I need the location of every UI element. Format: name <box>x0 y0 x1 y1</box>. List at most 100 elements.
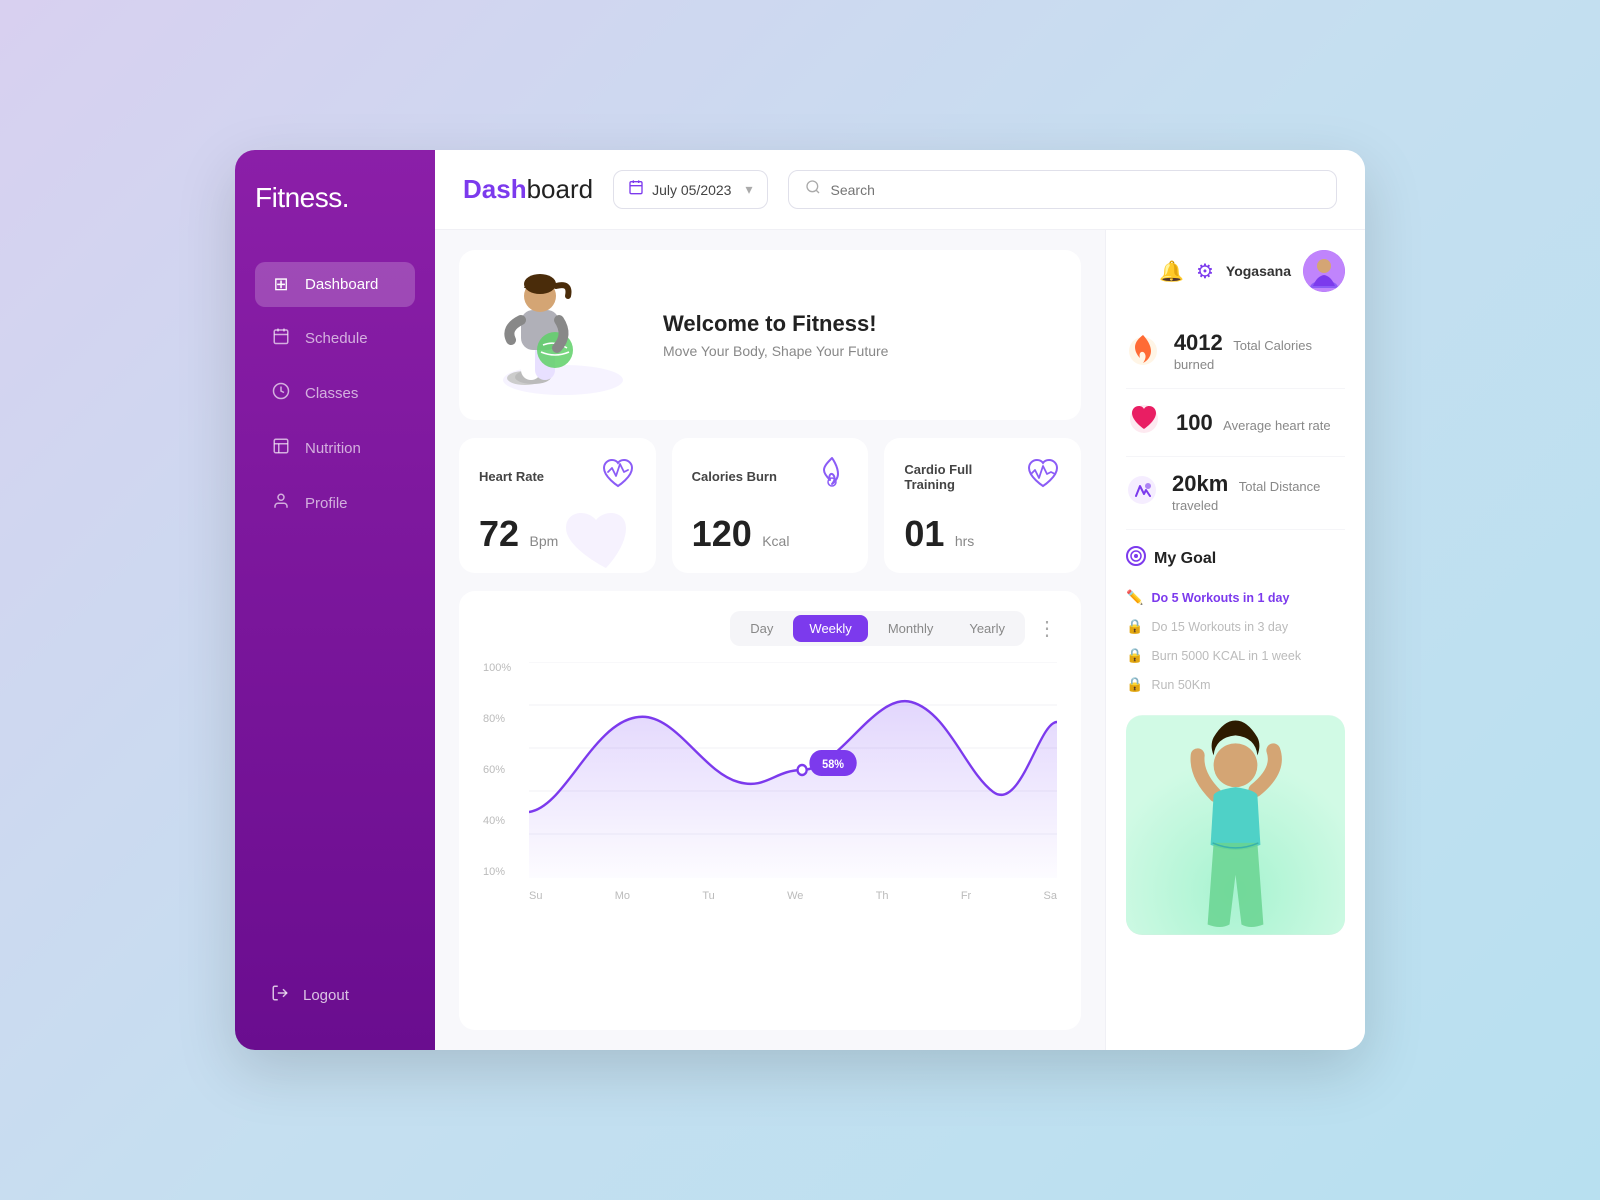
chevron-down-icon: ▾ <box>745 181 752 198</box>
calories-info: 4012 Total Calories burned <box>1174 330 1345 374</box>
sidebar-label-nutrition: Nutrition <box>305 440 361 457</box>
sidebar-item-nutrition[interactable]: Nutrition <box>255 425 415 472</box>
logout-icon <box>271 984 289 1006</box>
logo-bold: Fit <box>255 182 285 213</box>
calories-burn-card: Calories Burn 120 Kcal <box>672 438 869 573</box>
goal-title: My Goal <box>1126 546 1345 571</box>
distance-stat: 20km Total Distance traveled <box>1126 457 1345 530</box>
logout-button[interactable]: Logout <box>255 972 415 1018</box>
cardio-icon <box>1025 456 1061 497</box>
card-title-calories: Calories Burn <box>692 469 777 484</box>
tab-day[interactable]: Day <box>734 615 789 642</box>
username: Yogasana <box>1226 263 1291 279</box>
card-title-heart: Heart Rate <box>479 469 544 484</box>
chart-section: Day Weekly Monthly Yearly ⋮ 10% 40% 60% … <box>459 591 1081 1030</box>
y-axis-labels: 10% 40% 60% 80% 100% <box>483 662 519 878</box>
welcome-text: Welcome to Fitness! Move Your Body, Shap… <box>663 311 1057 359</box>
search-bar <box>788 170 1337 209</box>
card-header-heart: Heart Rate <box>479 456 636 497</box>
settings-icon[interactable]: ⚙ <box>1196 259 1214 284</box>
fitness-image <box>1126 715 1345 1030</box>
stats-row: Heart Rate 72 Bpm <box>459 438 1081 573</box>
fitness-figure <box>1126 715 1345 935</box>
welcome-title: Welcome to Fitness! <box>663 311 1057 337</box>
heart-label: Average heart rate <box>1223 418 1330 433</box>
chart-header: Day Weekly Monthly Yearly ⋮ <box>483 611 1057 646</box>
sidebar-label-classes: Classes <box>305 385 358 402</box>
clock-icon <box>271 382 291 405</box>
date-value: July 05/2023 <box>652 182 731 198</box>
flame-icon <box>816 456 848 497</box>
welcome-card: Welcome to Fitness! Move Your Body, Shap… <box>459 250 1081 420</box>
nutrition-icon <box>271 437 291 460</box>
center-content: Welcome to Fitness! Move Your Body, Shap… <box>435 230 1105 1050</box>
title-bold: Dash <box>463 174 527 204</box>
goal-section: My Goal ✏️ Do 5 Workouts in 1 day 🔒 Do 1… <box>1126 546 1345 699</box>
heart-stat: 100 Average heart rate <box>1126 389 1345 457</box>
heart-value: 100 <box>1176 410 1213 435</box>
card-title-cardio: Cardio Full Training <box>904 462 1025 492</box>
app-logo: Fitness. <box>255 182 415 214</box>
calories-stat: 4012 Total Calories burned <box>1126 316 1345 389</box>
header: Dashboard July 05/2023 ▾ <box>435 150 1365 230</box>
sidebar-item-classes[interactable]: Classes <box>255 370 415 417</box>
sidebar-label-profile: Profile <box>305 495 348 512</box>
card-header-cardio: Cardio Full Training <box>904 456 1061 497</box>
tab-monthly[interactable]: Monthly <box>872 615 950 642</box>
heart-rate-card: Heart Rate 72 Bpm <box>459 438 656 573</box>
title-light: board <box>527 174 594 204</box>
chart-tabs: Day Weekly Monthly Yearly <box>730 611 1025 646</box>
lock-icon-3: 🔒 <box>1126 676 1143 693</box>
chart-area: 10% 40% 60% 80% 100% <box>483 662 1057 902</box>
sidebar-label-schedule: Schedule <box>305 330 368 347</box>
chart-svg: 58% <box>529 662 1057 878</box>
lock-icon-2: 🔒 <box>1126 647 1143 664</box>
heart-info: 100 Average heart rate <box>1176 410 1331 436</box>
athlete-image <box>483 270 643 400</box>
goal-icon <box>1126 546 1146 571</box>
distance-value: 20km <box>1172 471 1228 496</box>
dashboard-icon: ⊞ <box>271 274 291 295</box>
logout-label: Logout <box>303 987 349 1004</box>
page-title: Dashboard <box>463 174 593 205</box>
bell-icon[interactable]: 🔔 <box>1159 259 1184 284</box>
body-content: Welcome to Fitness! Move Your Body, Shap… <box>435 230 1365 1050</box>
card-header-calories: Calories Burn <box>692 456 849 497</box>
goal-item-1[interactable]: ✏️ Do 5 Workouts in 1 day <box>1126 583 1345 612</box>
x-axis-labels: Su Mo Tu We Th Fr Sa <box>529 890 1057 902</box>
goal-item-3[interactable]: 🔒 Burn 5000 KCAL in 1 week <box>1126 641 1345 670</box>
sidebar: Fitness. ⊞ Dashboard Schedule <box>235 150 435 1050</box>
lock-icon-1: 🔒 <box>1126 618 1143 635</box>
user-info: 🔔 ⚙ Yogasana <box>1126 250 1345 292</box>
heart-rate-icon <box>1126 403 1162 442</box>
main-content: Dashboard July 05/2023 ▾ <box>435 150 1365 1050</box>
distance-info: 20km Total Distance traveled <box>1172 471 1345 515</box>
sidebar-item-profile[interactable]: Profile <box>255 480 415 527</box>
date-picker[interactable]: July 05/2023 ▾ <box>613 170 767 209</box>
distance-icon <box>1126 474 1158 513</box>
svg-text:58%: 58% <box>822 759 844 772</box>
calories-fire-icon <box>1126 331 1160 374</box>
search-input[interactable] <box>831 182 1320 198</box>
calories-value: 4012 <box>1174 330 1223 355</box>
search-icon <box>805 179 821 200</box>
sidebar-item-schedule[interactable]: Schedule <box>255 315 415 362</box>
tab-weekly[interactable]: Weekly <box>793 615 867 642</box>
user-avatar <box>1303 250 1345 292</box>
welcome-subtitle: Move Your Body, Shape Your Future <box>663 343 1057 359</box>
calendar-icon <box>271 327 291 350</box>
card-value-cardio: 01 hrs <box>904 513 1061 555</box>
pencil-icon: ✏️ <box>1126 589 1143 606</box>
sidebar-item-dashboard[interactable]: ⊞ Dashboard <box>255 262 415 307</box>
profile-icon <box>271 492 291 515</box>
goal-item-4[interactable]: 🔒 Run 50Km <box>1126 670 1345 699</box>
goal-item-2[interactable]: 🔒 Do 15 Workouts in 3 day <box>1126 612 1345 641</box>
card-value-calories: 120 Kcal <box>692 513 849 555</box>
heartrate-icon <box>600 456 636 497</box>
tab-yearly[interactable]: Yearly <box>953 615 1021 642</box>
calendar-picker-icon <box>628 179 644 200</box>
more-icon[interactable]: ⋮ <box>1037 616 1057 641</box>
cardio-card: Cardio Full Training 01 hrs <box>884 438 1081 573</box>
sidebar-nav: ⊞ Dashboard Schedule Classes <box>255 262 415 972</box>
right-panel: 🔔 ⚙ Yogasana <box>1105 230 1365 1050</box>
